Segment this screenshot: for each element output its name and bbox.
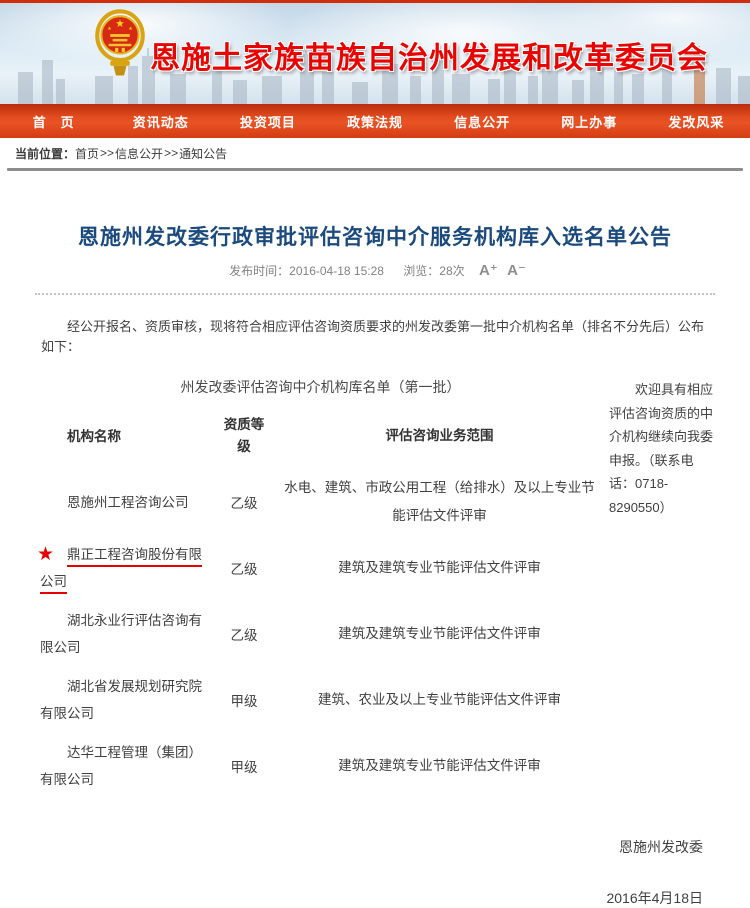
table-row-agency-name: 达华工程管理（集团）有限公司 [40, 733, 210, 799]
nav-item-home[interactable]: 首 页 [0, 112, 107, 131]
nav-item-ndrc-style[interactable]: 发改风采 [643, 112, 750, 131]
table-row-level: 甲级 [218, 733, 270, 799]
font-decrease-button[interactable]: A⁻ [507, 261, 526, 279]
nav-item-online-services[interactable]: 网上办事 [536, 112, 643, 131]
breadcrumb-label: 当前位置： [15, 145, 75, 162]
breadcrumb-separator: >> [100, 146, 114, 160]
breadcrumb-item-home[interactable]: 首页 [75, 145, 99, 162]
view-count: 浏览：28次 [403, 264, 464, 278]
svg-text:★: ★ [115, 18, 124, 30]
table-row-agency-name: 湖北省发展规划研究院有限公司 [40, 667, 210, 733]
signature: 恩施州发改委 [35, 837, 715, 857]
breadcrumb: 当前位置： 首页 >> 信息公开 >> 通知公告 [0, 138, 750, 168]
table-row-scope: 建筑及建筑专业节能评估文件评审 [278, 601, 601, 667]
nav-item-info-disclosure[interactable]: 信息公开 [429, 112, 536, 131]
publish-date: 2016年4月18日 [35, 888, 715, 908]
table-caption: 州发改委评估咨询中介机构库名单（第一批） [40, 369, 601, 403]
nav-item-policies[interactable]: 政策法规 [321, 112, 428, 131]
column-header-business-scope: 评估咨询业务范围 [278, 403, 601, 469]
table-row-level: 乙级 [218, 469, 270, 535]
article-meta: 发布时间：2016-04-18 15:28 浏览：28次 A⁺ A⁻ [35, 261, 715, 279]
table-row-scope: 水电、建筑、市政公用工程（给排水）及以上专业节能评估文件评审 [278, 469, 601, 535]
nav-item-investment-projects[interactable]: 投资项目 [214, 112, 321, 131]
table-row-agency-name: 湖北永业行评估咨询有限公司 [40, 601, 210, 667]
font-increase-button[interactable]: A⁺ [479, 261, 498, 279]
table-row-scope: 建筑、农业及以上专业节能评估文件评审 [278, 667, 601, 733]
page-title: 恩施州发改委行政审批评估咨询中介服务机构库入选名单公告 [35, 221, 715, 251]
column-header-agency-name: 机构名称 [40, 403, 210, 469]
breadcrumb-separator: >> [164, 146, 178, 160]
table-row-scope: 建筑及建筑专业节能评估文件评审 [278, 535, 601, 601]
nav-item-news[interactable]: 资讯动态 [107, 112, 214, 131]
highlighted-agency-name: 鼎正工程咨询股份有限公司 [40, 547, 202, 594]
table-row-level: 乙级 [218, 601, 270, 667]
svg-text:★: ★ [128, 26, 133, 32]
table-side-note: 欢迎具有相应评估咨询资质的中介机构继续向我委申报。（联系电话：0718-8290… [609, 369, 715, 799]
star-icon: ★ [37, 541, 54, 568]
agency-table: 州发改委评估咨询中介机构库名单（第一批） 欢迎具有相应评估咨询资质的中介机构继续… [40, 369, 715, 799]
intro-paragraph: 经公开报名、资质审核，现将符合相应评估咨询资质要求的州发改委第一批中介机构名单（… [35, 317, 715, 357]
breadcrumb-item-info-disclosure[interactable]: 信息公开 [115, 145, 163, 162]
dotted-separator [35, 293, 715, 295]
svg-text:★: ★ [107, 26, 112, 32]
site-title: 恩施土家族苗族自治州发展和改革委员会 [150, 33, 708, 77]
main-navigation: 首 页 资讯动态 投资项目 政策法规 信息公开 网上办事 发改风采 [0, 104, 750, 138]
national-emblem-icon: ★ ★ ★ [94, 8, 146, 78]
site-banner: ★ ★ ★ 恩施土家族苗族自治州发展和改革委员会 [0, 3, 750, 104]
breadcrumb-item-notices[interactable]: 通知公告 [179, 145, 227, 162]
publish-time: 发布时间：2016-04-18 15:28 [229, 264, 384, 278]
table-row-level: 乙级 [218, 535, 270, 601]
article-content: 恩施州发改委行政审批评估咨询中介服务机构库入选名单公告 发布时间：2016-04… [0, 171, 750, 908]
table-row-agency-name: 恩施州工程咨询公司 [40, 469, 210, 535]
column-header-qualification-level: 资质等级 [218, 403, 270, 469]
table-row-agency-name: ★ 鼎正工程咨询股份有限公司 [40, 535, 210, 601]
table-row-level: 甲级 [218, 667, 270, 733]
table-row-scope: 建筑及建筑专业节能评估文件评审 [278, 733, 601, 799]
